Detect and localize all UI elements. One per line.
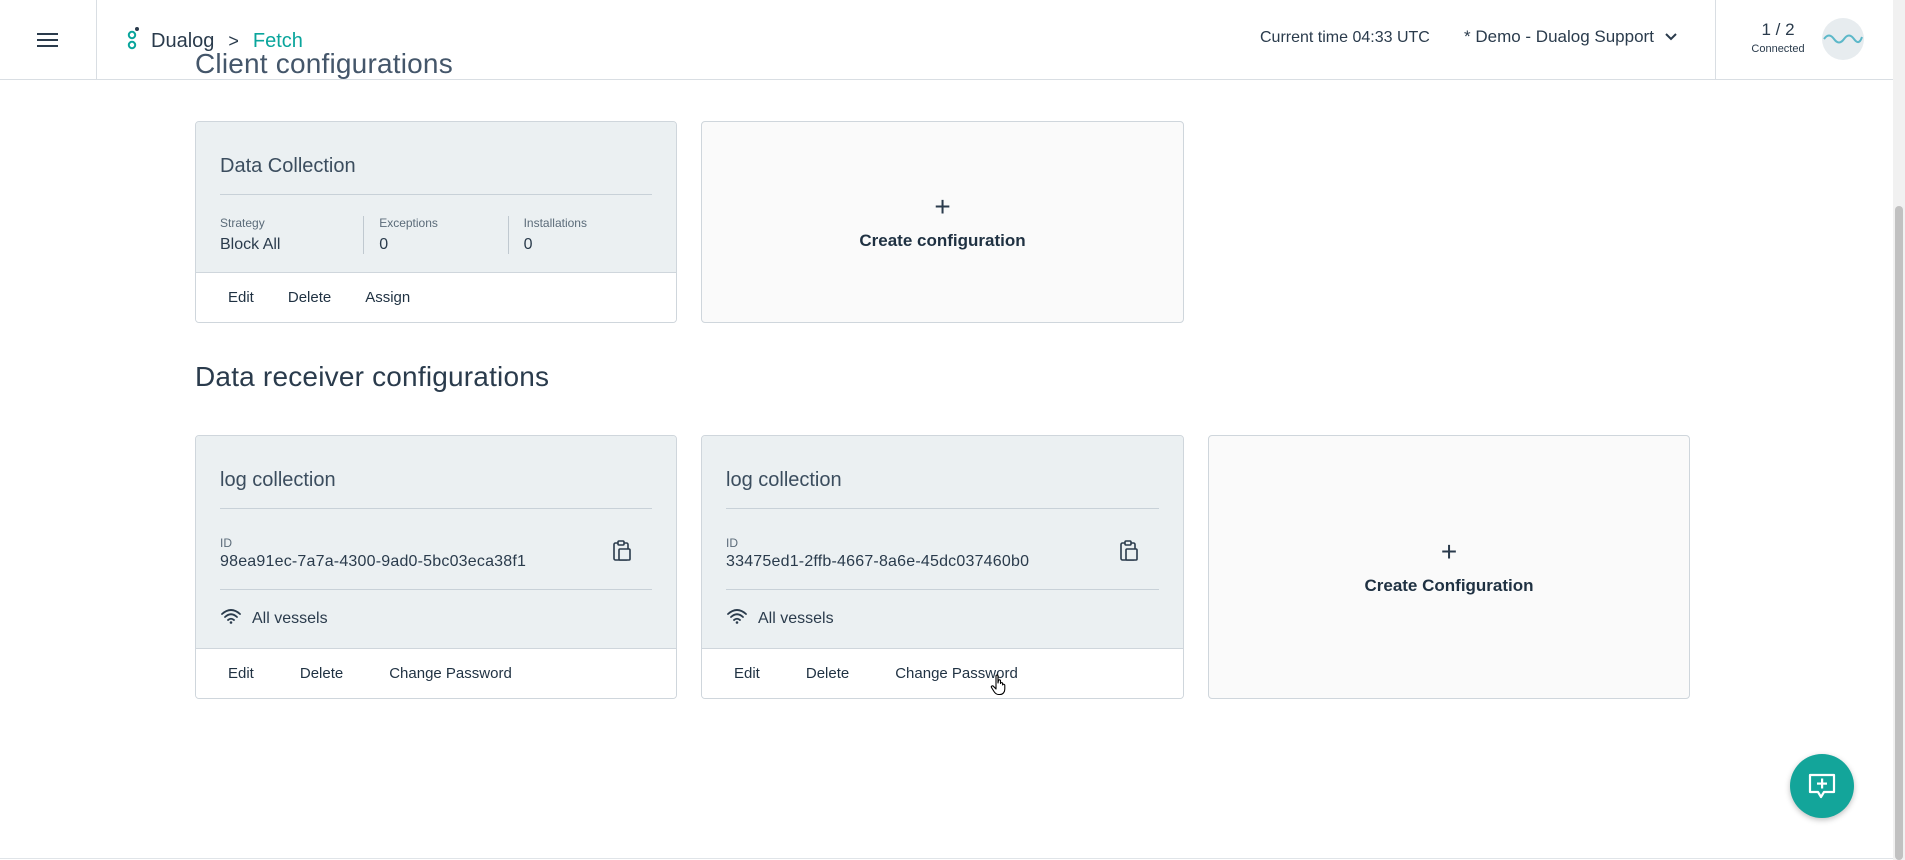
receiver-config-card: log collection ID 33475ed1-2ffb-4667-8a6… (701, 435, 1184, 699)
breadcrumb-current[interactable]: Fetch (253, 30, 303, 53)
change-password-button[interactable]: Change Password (381, 659, 520, 688)
card-actions: Edit Delete Assign (196, 272, 676, 322)
breadcrumb-separator: > (228, 30, 239, 51)
card-divider (220, 589, 652, 590)
stat-strategy: Strategy Block All (220, 216, 363, 254)
card-divider (726, 589, 1159, 590)
hamburger-menu-icon[interactable] (0, 0, 97, 80)
dualog-logo-icon (125, 26, 141, 56)
id-label: ID (726, 536, 738, 550)
card-actions: Edit Delete Change Password (196, 648, 676, 698)
wifi-icon (220, 608, 242, 629)
connection-status[interactable]: 1 / 2 Connected (1740, 20, 1816, 55)
plus-icon: + (1440, 536, 1458, 567)
assign-button[interactable]: Assign (357, 283, 418, 312)
card-divider (726, 508, 1159, 509)
main-content: Client configurations Data Collection St… (0, 0, 1893, 860)
connection-count: 1 / 2 (1761, 20, 1795, 39)
data-receiver-configurations-title: Data receiver configurations (195, 361, 550, 392)
connection-label: Connected (1751, 43, 1805, 55)
card-stats: Strategy Block All Exceptions 0 Installa… (220, 216, 652, 254)
card-title: Data Collection (220, 155, 356, 177)
stat-installations: Installations 0 (507, 216, 652, 254)
scrollbar-thumb[interactable] (1895, 206, 1903, 860)
id-value: 98ea91ec-7a7a-4300-9ad0-5bc03eca38f1 (220, 553, 527, 570)
footer-divider (0, 858, 1893, 859)
create-receiver-configuration-card[interactable]: + Create Configuration (1208, 435, 1690, 699)
stat-label: Exceptions (379, 216, 438, 230)
edit-button[interactable]: Edit (726, 659, 768, 688)
plus-icon: + (934, 191, 951, 222)
id-label: ID (220, 536, 232, 550)
card-divider (220, 194, 652, 195)
stat-value: 0 (379, 236, 389, 253)
breadcrumb: Dualog > Fetch (125, 26, 303, 56)
delete-button[interactable]: Delete (292, 659, 351, 688)
delete-button[interactable]: Delete (280, 283, 339, 312)
organization-select[interactable]: * Demo - Dualog Support (1464, 27, 1678, 47)
vessels-label: All vessels (758, 609, 834, 627)
vertical-scrollbar[interactable] (1893, 0, 1905, 860)
connection-wave-icon[interactable] (1822, 18, 1864, 60)
feedback-chat-button[interactable] (1790, 754, 1854, 818)
card-divider (220, 508, 652, 509)
vessels-row: All vessels (220, 608, 328, 629)
stat-value: 0 (523, 236, 533, 253)
vessels-label: All vessels (252, 609, 328, 627)
vessels-row: All vessels (726, 608, 834, 629)
create-configuration-label: Create Configuration (1364, 576, 1534, 595)
receiver-config-card: log collection ID 98ea91ec-7a7a-4300-9ad… (195, 435, 677, 699)
wifi-icon (726, 608, 748, 629)
create-client-configuration-card[interactable]: + Create configuration (701, 121, 1184, 323)
breadcrumb-root[interactable]: Dualog (151, 30, 214, 53)
client-config-card: Data Collection Strategy Block All Excep… (195, 121, 677, 323)
stat-value: Block All (220, 236, 281, 253)
copy-clipboard-icon[interactable] (1115, 536, 1143, 566)
id-value: 33475ed1-2ffb-4667-8a6e-45dc037460b0 (726, 553, 1030, 570)
chevron-down-icon (1664, 27, 1678, 47)
delete-button[interactable]: Delete (798, 659, 857, 688)
stat-label: Strategy (220, 216, 265, 230)
top-header: Dualog > Fetch Current time 04:33 UTC * … (0, 0, 1893, 80)
hand-cursor-icon (990, 674, 1008, 701)
create-configuration-label: Create configuration (859, 231, 1026, 250)
stat-exceptions: Exceptions 0 (363, 216, 507, 254)
edit-button[interactable]: Edit (220, 659, 262, 688)
header-divider (1715, 0, 1716, 80)
organization-label: * Demo - Dualog Support (1464, 27, 1654, 46)
card-title: log collection (726, 469, 842, 491)
card-title: log collection (220, 469, 336, 491)
stat-label: Installations (523, 216, 587, 230)
card-actions: Edit Delete Change Password (702, 648, 1183, 698)
current-time: Current time 04:33 UTC (1260, 29, 1430, 46)
edit-button[interactable]: Edit (220, 283, 262, 312)
copy-clipboard-icon[interactable] (608, 536, 636, 566)
